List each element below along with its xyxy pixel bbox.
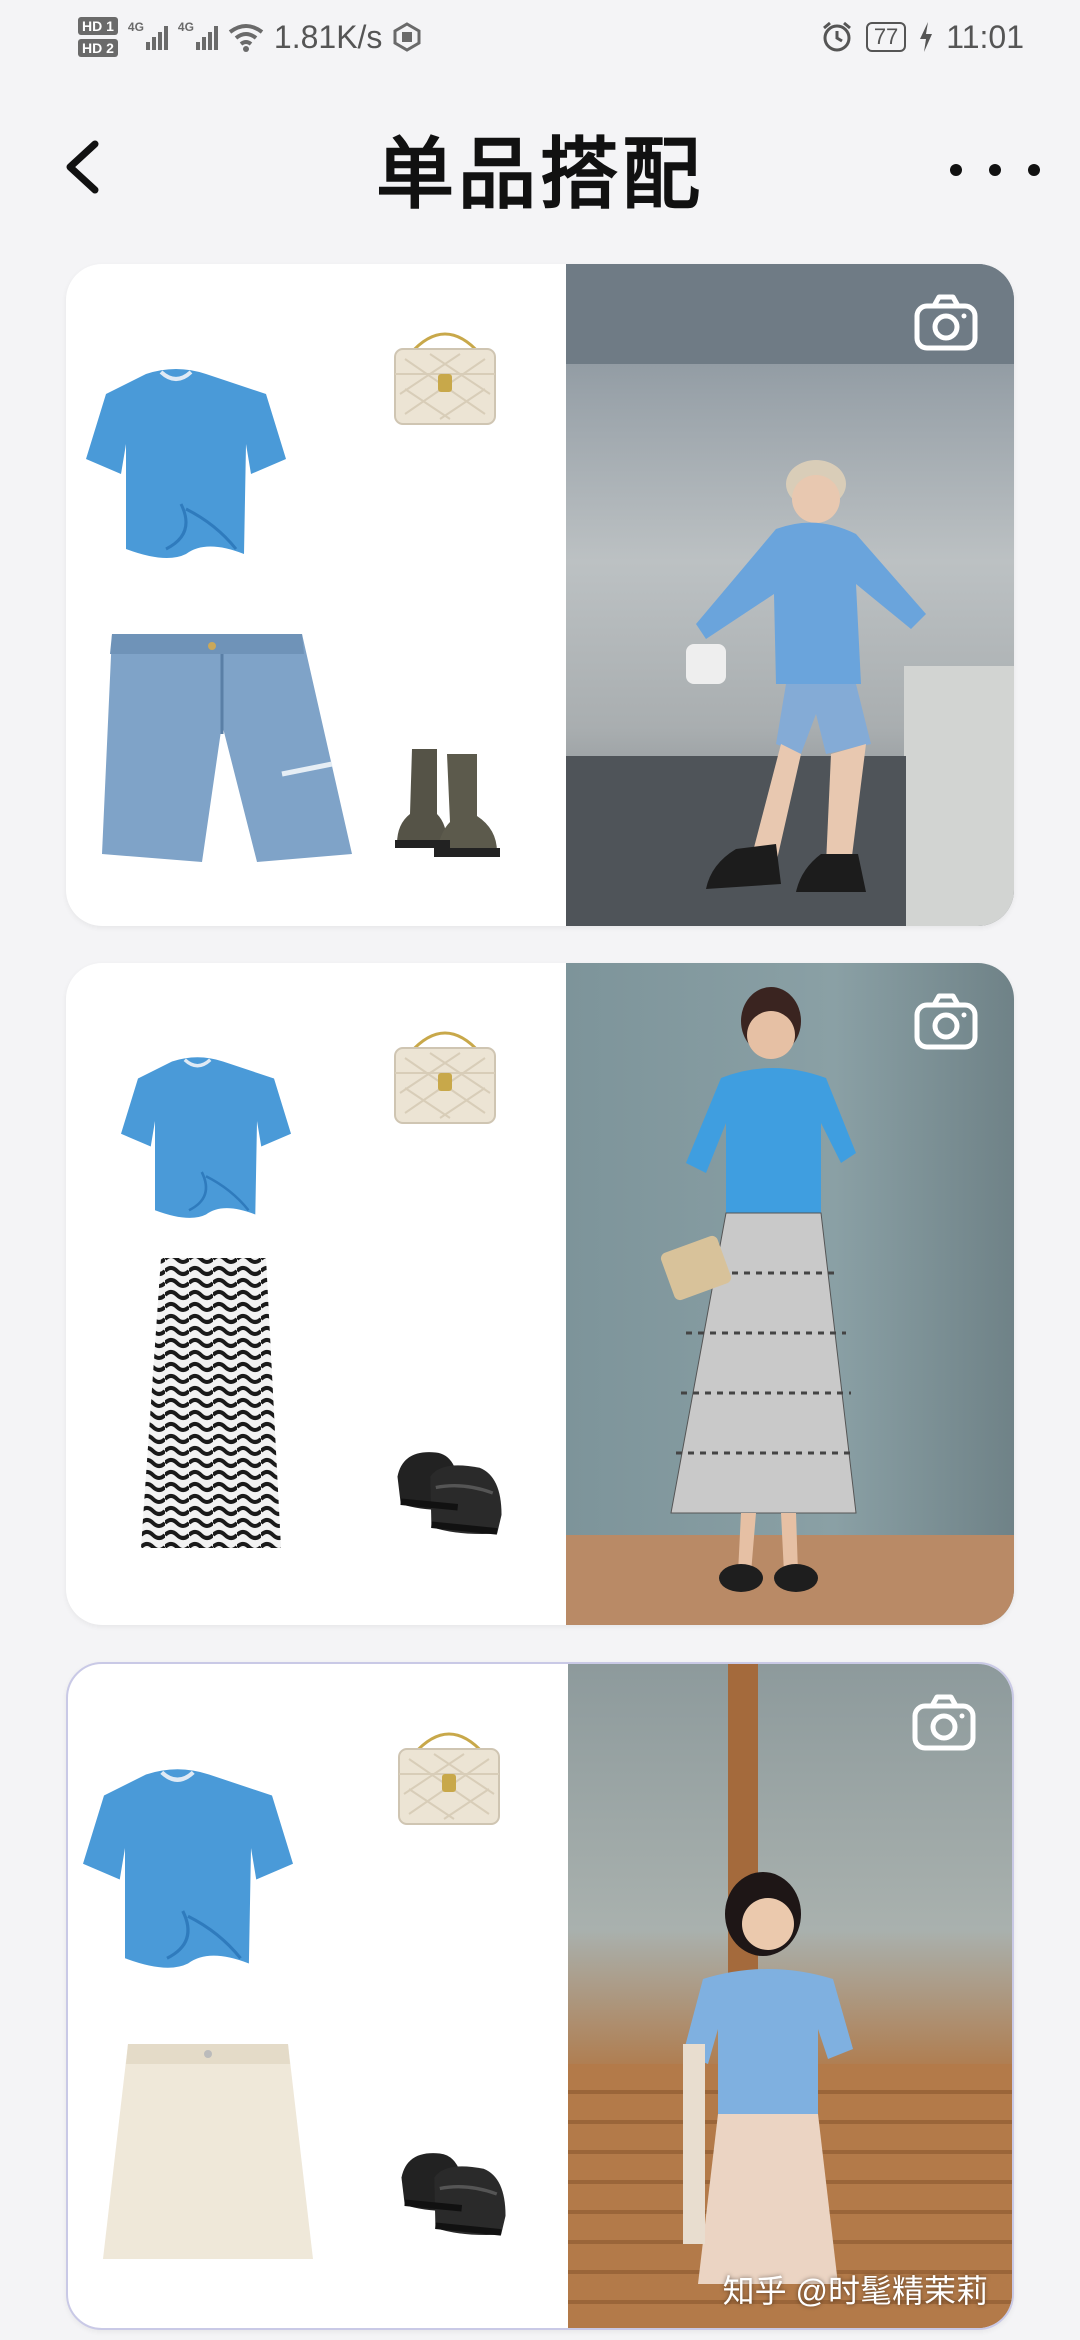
app-notification-icon xyxy=(393,22,421,52)
outfit-items xyxy=(66,963,566,1625)
clock: 11:01 xyxy=(946,18,1024,55)
blue-tee-image xyxy=(83,1764,293,1974)
person-figure xyxy=(683,1872,853,2284)
outfit-card[interactable]: 知乎 @时髦精茉莉 xyxy=(66,1662,1014,2330)
loafers-image xyxy=(392,1443,507,1543)
outfit-photo[interactable]: 知乎 @时髦精茉莉 xyxy=(568,1664,1012,2328)
chain-bag-image xyxy=(393,1031,497,1125)
person-figure xyxy=(660,987,857,1592)
blue-tee-image xyxy=(121,1055,291,1220)
chain-bag-image xyxy=(393,332,497,426)
outfit-items xyxy=(66,264,566,926)
wifi-icon xyxy=(228,24,264,52)
outfit-photo[interactable] xyxy=(566,264,1014,926)
charging-icon xyxy=(920,22,933,52)
loafers-image xyxy=(396,2144,511,2244)
page-title: 单品搭配 xyxy=(375,130,704,220)
status-right: 77 11:01 xyxy=(820,8,1024,66)
camera-icon[interactable] xyxy=(914,294,978,352)
chelsea-boots-image xyxy=(395,749,500,857)
outfit-photo[interactable] xyxy=(566,963,1014,1625)
header: 单品搭配 xyxy=(0,100,1080,250)
blue-tee-image xyxy=(86,367,286,560)
chain-bag-image xyxy=(397,1732,501,1826)
more-options-icon[interactable] xyxy=(950,150,1040,190)
battery-level: 77 xyxy=(865,22,907,52)
hd-indicators: HD 1 HD 2 xyxy=(78,17,118,57)
zebra-skirt-image xyxy=(141,1258,281,1548)
status-bar: HD 1 HD 2 4G 4G 1.81K/s 77 11:01 xyxy=(0,0,1080,72)
hd2-badge: HD 2 xyxy=(78,39,118,57)
watermark: 知乎 @时髦精茉莉 xyxy=(722,2273,988,2309)
signal-2-icon: 4G xyxy=(178,20,218,50)
person-figure xyxy=(686,460,926,892)
outfit-card[interactable] xyxy=(66,963,1014,1625)
network-speed: 1.81K/s xyxy=(273,18,383,55)
cream-skirt-image xyxy=(103,2044,313,2259)
hd1-badge: HD 1 xyxy=(78,17,118,35)
status-left: HD 1 HD 2 4G 4G 1.81K/s xyxy=(78,8,422,66)
alarm-icon xyxy=(822,21,851,52)
signal-1-icon: 4G xyxy=(128,20,168,50)
outfit-items xyxy=(68,1664,568,2328)
outfit-card[interactable] xyxy=(66,264,1014,926)
camera-icon[interactable] xyxy=(912,1694,976,1752)
camera-icon[interactable] xyxy=(914,993,978,1051)
denim-shorts-image xyxy=(102,634,352,862)
